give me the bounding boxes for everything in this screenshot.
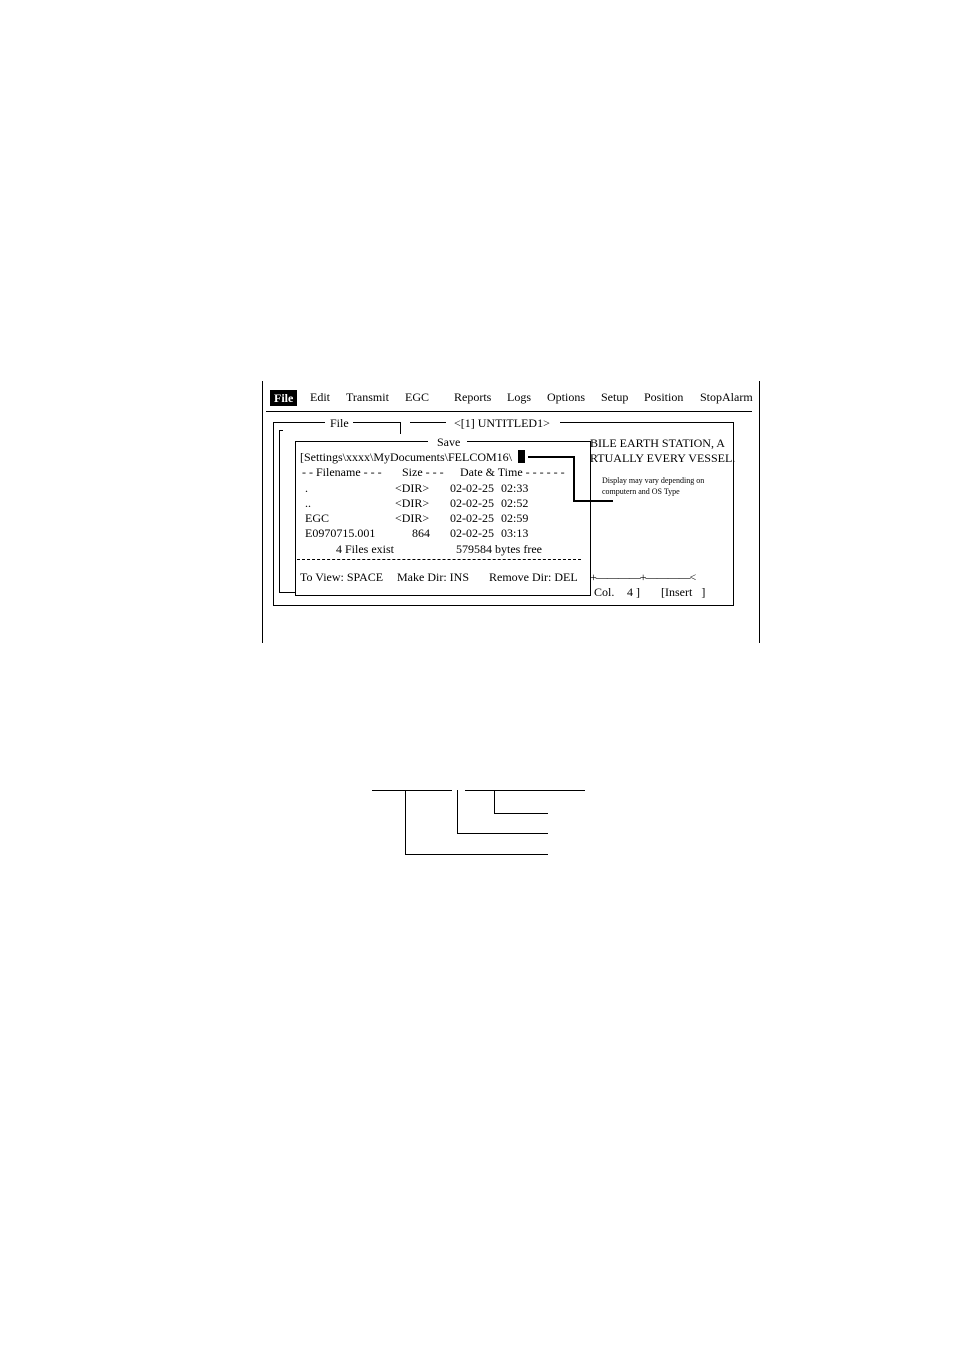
editor-text-line-2: RTUALLY EVERY VESSEL.: [590, 451, 736, 465]
row-time: 02:59: [501, 511, 529, 525]
row-filename: E0970715.001: [305, 526, 376, 540]
bracket-line-1: [494, 813, 548, 814]
callout-text-line-1: Display may vary depending on: [602, 476, 705, 485]
text-cursor: [518, 450, 525, 463]
column-header-datetime[interactable]: Date & Time - - - - - -: [460, 465, 565, 479]
bracket-line-top-right: [465, 790, 585, 791]
save-path-input[interactable]: [Settings\xxxx\MyDocuments\FELCOM16\: [300, 450, 512, 464]
editor-left-border: [273, 422, 274, 606]
save-dialog-top-border-right: [467, 441, 590, 442]
save-dialog-left-border: [295, 441, 296, 596]
bracket-vertical-1: [494, 790, 495, 813]
callout-leader-v: [573, 456, 575, 500]
row-date: 02-02-25: [450, 526, 494, 540]
row-filename: .: [305, 481, 308, 495]
row-time: 02:52: [501, 496, 529, 510]
column-header-filename[interactable]: - - Filename - - -: [302, 465, 382, 479]
row-size: 864: [412, 526, 430, 540]
menu-options[interactable]: Options: [547, 390, 585, 404]
file-panel-right-tick: [400, 422, 401, 434]
column-header-size[interactable]: Size - - -: [402, 465, 444, 479]
status-col-value: 4 ]: [627, 585, 640, 599]
make-dir-hint: Make Dir: INS: [397, 570, 469, 584]
editor-right-border: [733, 422, 734, 606]
bracket-vertical-2: [457, 790, 458, 833]
menu-edit[interactable]: Edit: [310, 390, 330, 404]
file-panel-bottom-tick: [279, 592, 296, 593]
menu-reports[interactable]: Reports: [454, 390, 491, 404]
bracket-line-3: [405, 854, 548, 855]
file-panel-title: File: [330, 416, 349, 430]
save-dialog-bottom-border: [295, 595, 591, 596]
callout-text-line-2: computern and OS Type: [602, 487, 680, 496]
row-date: 02-02-25: [450, 496, 494, 510]
dashed-divider: [297, 559, 581, 560]
editor-ruler: +————+————<: [590, 570, 696, 584]
row-time: 02:33: [501, 481, 529, 495]
editor-top-border-left: [273, 422, 325, 423]
files-count: 4 Files exist: [336, 542, 395, 556]
menu-transmit[interactable]: Transmit: [346, 390, 389, 404]
to-view-hint: To View: SPACE: [300, 570, 384, 584]
remove-dir-hint: Remove Dir: DEL: [489, 570, 578, 584]
bytes-free: 579584 bytes free: [456, 542, 542, 556]
row-size: <DIR>: [395, 511, 430, 525]
file-panel-left-border: [279, 430, 280, 592]
row-filename: EGC: [305, 511, 329, 525]
file-panel-top-border: [353, 422, 401, 423]
menu-setup[interactable]: Setup: [601, 390, 628, 404]
bracket-line-2: [457, 833, 548, 834]
callout-leader-h1: [528, 456, 573, 458]
row-time: 03:13: [501, 526, 529, 540]
bracket-line-top-left: [372, 790, 452, 791]
menu-divider: [266, 411, 752, 412]
file-panel-top-tick: [279, 430, 283, 431]
save-dialog-top-border-left: [295, 441, 428, 442]
callout-leader-h2: [573, 500, 613, 502]
menu-egc[interactable]: EGC: [405, 390, 429, 404]
screen-right-border: [759, 381, 760, 643]
status-col-label: Col.: [594, 585, 615, 599]
editor-bottom-border: [273, 605, 734, 606]
row-date: 02-02-25: [450, 481, 494, 495]
status-mode: [Insert ]: [661, 585, 706, 599]
screen-left-border: [262, 381, 263, 643]
editor-text-line-1: BILE EARTH STATION, A: [590, 436, 725, 450]
menu-file[interactable]: File: [270, 390, 298, 406]
row-size: <DIR>: [395, 481, 430, 495]
row-filename: ..: [305, 496, 311, 510]
menu-logs[interactable]: Logs: [507, 390, 531, 404]
row-size: <DIR>: [395, 496, 430, 510]
editor-top-border-right: [560, 422, 734, 423]
editor-top-border-mid: [410, 422, 446, 423]
row-date: 02-02-25: [450, 511, 494, 525]
save-dialog-title: Save: [437, 435, 461, 449]
menu-stopalarm[interactable]: StopAlarm: [700, 390, 753, 404]
menu-position[interactable]: Position: [644, 390, 683, 404]
bracket-vertical-3: [405, 790, 406, 854]
document-title: <[1] UNTITLED1>: [454, 416, 550, 430]
save-dialog-right-border: [590, 441, 591, 596]
